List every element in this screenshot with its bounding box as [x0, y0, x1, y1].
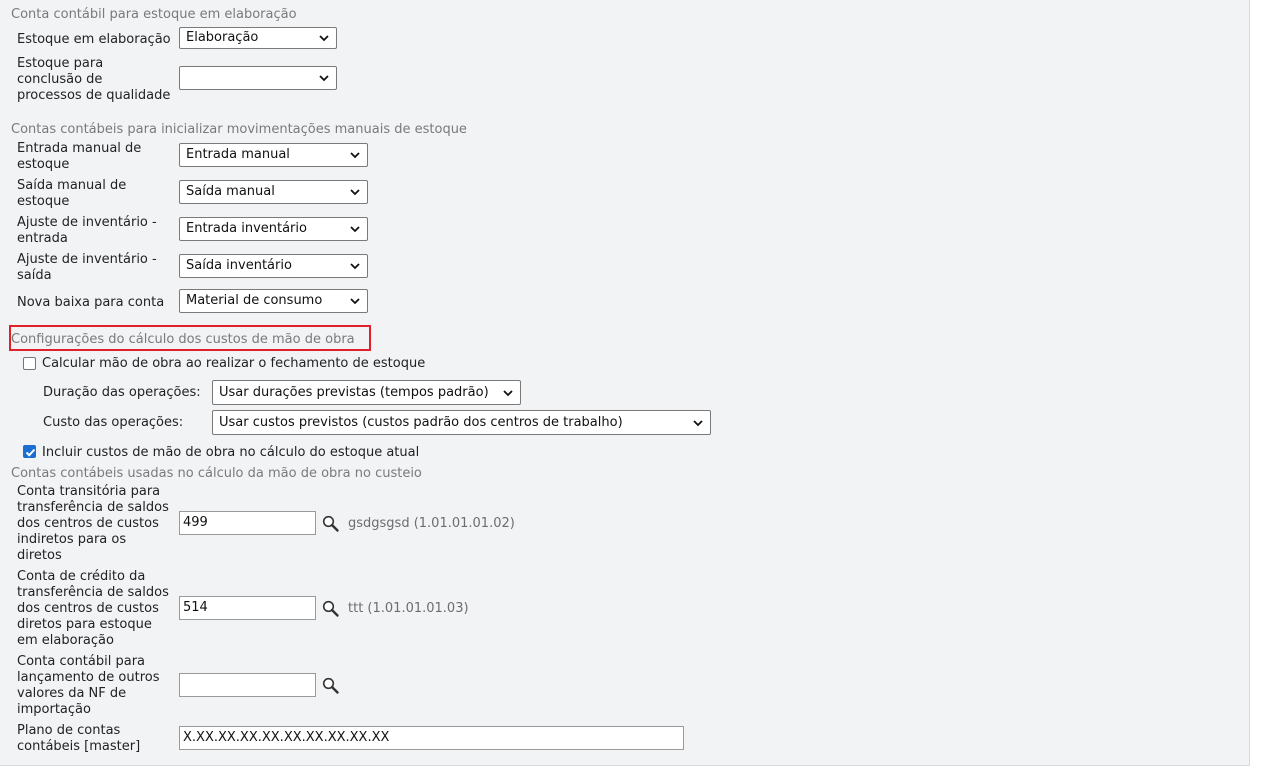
- magnifier-icon[interactable]: [322, 677, 340, 695]
- conta-transitoria-input[interactable]: 499: [179, 511, 316, 535]
- calcular-mao-obra-checkbox[interactable]: [23, 357, 36, 370]
- duracao-operacoes-value: Usar durações previstas (tempos padrão): [219, 385, 489, 400]
- saida-manual-value: Saída manual: [186, 184, 275, 199]
- conta-transitoria-desc: gsdgsgsd (1.01.01.01.02): [348, 516, 515, 531]
- settings-panel: Conta contábil para estoque em elaboraçã…: [0, 0, 1250, 766]
- section-title-custeio: Contas contábeis usadas no cálculo da mã…: [11, 466, 422, 481]
- magnifier-icon[interactable]: [322, 600, 340, 618]
- duracao-operacoes-select[interactable]: Usar durações previstas (tempos padrão): [212, 380, 521, 405]
- nova-baixa-value: Material de consumo: [186, 293, 323, 308]
- custo-operacoes-value: Usar custos previstos (custos padrão dos…: [219, 415, 623, 430]
- ajuste-saida-value: Saída inventário: [186, 258, 292, 273]
- conta-credito-desc: ttt (1.01.01.01.03): [348, 601, 469, 616]
- chevron-down-icon: [350, 152, 360, 159]
- entrada-manual-select[interactable]: Entrada manual: [179, 143, 368, 167]
- section-title-manuais: Contas contábeis para inicializar movime…: [11, 122, 467, 137]
- chevron-down-icon: [319, 35, 329, 42]
- custo-operacoes-select[interactable]: Usar custos previstos (custos padrão dos…: [212, 410, 711, 435]
- entrada-manual-value: Entrada manual: [186, 147, 290, 162]
- chevron-down-icon: [350, 263, 360, 270]
- conta-transitoria-label: Conta transitória para transferência de …: [17, 484, 169, 563]
- ajuste-entrada-select[interactable]: Entrada inventário: [179, 217, 368, 241]
- ajuste-entrada-value: Entrada inventário: [186, 221, 307, 236]
- chevron-down-icon: [319, 75, 329, 82]
- chevron-down-icon: [350, 298, 360, 305]
- conta-credito-input[interactable]: 514: [179, 596, 316, 620]
- plano-contas-label: Plano de contas contábeis [master]: [17, 723, 141, 754]
- plano-contas-input[interactable]: X.XX.XX.XX.XX.XX.XX.XX.XX.XX: [179, 726, 684, 750]
- calcular-mao-obra-label: Calcular mão de obra ao realizar o fecha…: [42, 356, 426, 371]
- chevron-down-icon: [350, 189, 360, 196]
- saida-manual-select[interactable]: Saída manual: [179, 180, 368, 204]
- ajuste-saida-label: Ajuste de inventário - saída: [17, 252, 157, 283]
- estoque-elaboracao-value: Elaboração: [186, 30, 259, 45]
- magnifier-icon[interactable]: [322, 515, 340, 533]
- estoque-qualidade-label: Estoque para conclusão de processos de q…: [17, 56, 171, 103]
- incluir-custos-checkbox[interactable]: [23, 445, 36, 458]
- nova-baixa-label: Nova baixa para conta: [17, 295, 165, 310]
- duracao-operacoes-label: Duração das operações:: [43, 385, 201, 400]
- estoque-elaboracao-select[interactable]: Elaboração: [179, 27, 337, 49]
- saida-manual-label: Saída manual de estoque: [17, 178, 127, 209]
- custo-operacoes-label: Custo das operações:: [43, 415, 184, 430]
- conta-credito-label: Conta de crédito da transferência de sal…: [17, 569, 169, 648]
- entrada-manual-label: Entrada manual de estoque: [17, 141, 142, 172]
- estoque-qualidade-select[interactable]: [179, 66, 337, 90]
- chevron-down-icon: [350, 226, 360, 233]
- estoque-elaboracao-label: Estoque em elaboração: [17, 32, 171, 47]
- section-title-elaboracao: Conta contábil para estoque em elaboraçã…: [11, 7, 297, 22]
- nova-baixa-select[interactable]: Material de consumo: [179, 289, 368, 313]
- ajuste-saida-select[interactable]: Saída inventário: [179, 254, 368, 278]
- incluir-custos-label: Incluir custos de mão de obra no cálculo…: [42, 445, 420, 460]
- conta-nf-label: Conta contábil para lançamento de outros…: [17, 654, 160, 717]
- section-title-mao-obra: Configurações do cálculo dos custos de m…: [11, 332, 355, 347]
- chevron-down-icon: [693, 420, 703, 427]
- conta-nf-input[interactable]: [179, 673, 316, 697]
- chevron-down-icon: [503, 390, 513, 397]
- ajuste-entrada-label: Ajuste de inventário - entrada: [17, 215, 157, 246]
- check-icon: [25, 448, 36, 457]
